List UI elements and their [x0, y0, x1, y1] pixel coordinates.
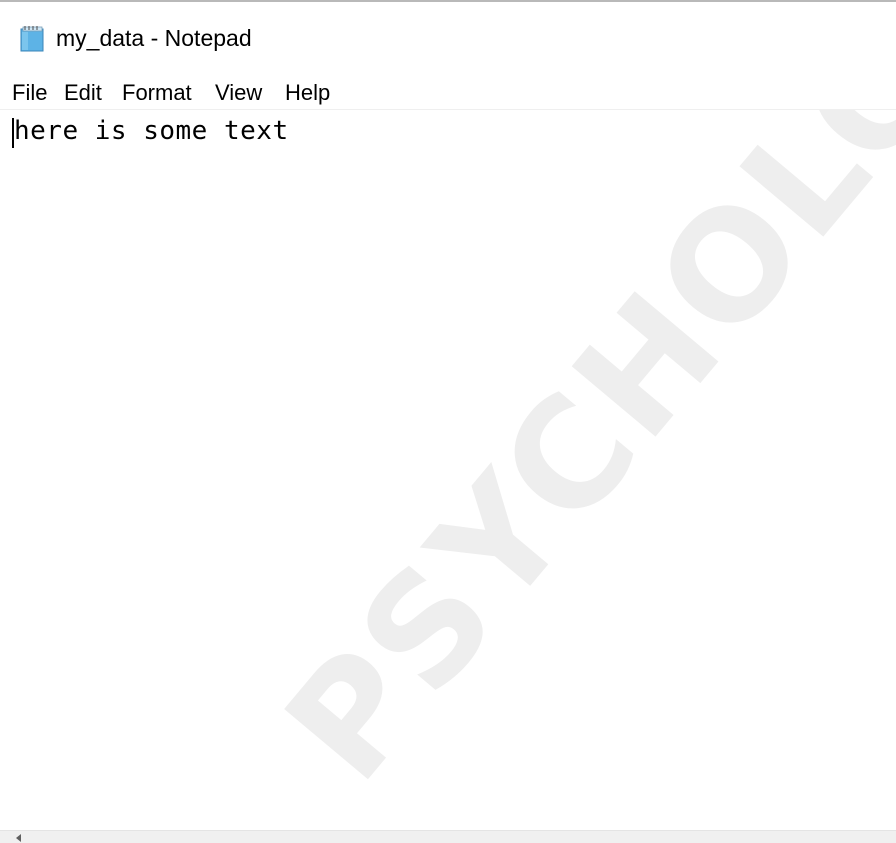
notepad-window: my_data - Notepad File Edit Format View …: [0, 0, 896, 843]
menu-edit[interactable]: Edit: [64, 80, 102, 106]
editor-content: here is some text: [14, 116, 289, 146]
menu-format[interactable]: Format: [122, 80, 192, 106]
menu-bar: File Edit Format View Help: [0, 74, 896, 110]
watermark: PSYCHOLOGY: [253, 110, 896, 813]
notepad-icon: [18, 24, 46, 52]
title-bar[interactable]: my_data - Notepad: [0, 2, 896, 74]
horizontal-scrollbar[interactable]: [0, 830, 896, 843]
scroll-left-arrow-icon[interactable]: [16, 834, 21, 842]
menu-view[interactable]: View: [215, 80, 262, 106]
text-editor-area[interactable]: PSYCHOLOGY here is some text: [0, 110, 896, 830]
menu-file[interactable]: File: [12, 80, 47, 106]
menu-help[interactable]: Help: [285, 80, 330, 106]
window-title: my_data - Notepad: [56, 25, 252, 51]
